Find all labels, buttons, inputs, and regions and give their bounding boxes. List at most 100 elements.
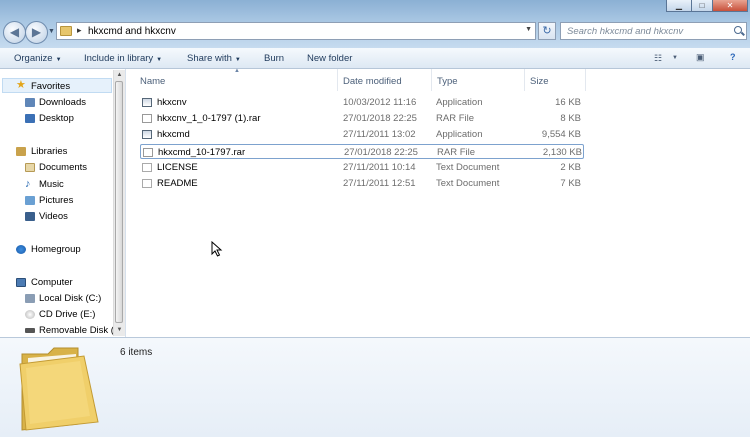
- file-type: Application: [436, 129, 483, 140]
- file-date: 27/11/2011 13:02: [343, 129, 416, 140]
- chevron-down-icon: ▼: [55, 57, 62, 63]
- organize-label: Organize: [14, 53, 53, 64]
- view-dropdown-icon[interactable]: ▼: [672, 53, 688, 63]
- navigation-pane: ★ Favorites Downloads Desktop Libraries …: [0, 69, 126, 337]
- file-row-selected[interactable]: hkxcmd_10-1797.rar 27/01/2018 22:25 RAR …: [140, 144, 584, 159]
- sidebar-item-homegroup[interactable]: Homegroup: [31, 244, 81, 255]
- column-divider[interactable]: [431, 69, 432, 91]
- organize-button[interactable]: Organize ▼: [14, 53, 62, 64]
- local-disk-icon: [25, 294, 35, 303]
- breadcrumb-current-folder[interactable]: hkxcmd and hkxcnv: [88, 26, 176, 37]
- include-in-library-button[interactable]: Include in library ▼: [84, 53, 162, 64]
- file-type: RAR File: [436, 113, 475, 124]
- file-date: 27/11/2011 10:14: [343, 162, 416, 173]
- homegroup-icon: [16, 245, 26, 254]
- chevron-down-icon: ▼: [156, 57, 163, 63]
- column-divider[interactable]: [524, 69, 525, 91]
- minimize-button[interactable]: ▁: [666, 0, 692, 12]
- downloads-icon: [25, 98, 35, 107]
- search-icon[interactable]: [734, 26, 742, 34]
- burn-button[interactable]: Burn: [264, 53, 284, 64]
- share-with-label: Share with: [187, 53, 232, 64]
- column-header-date[interactable]: Date modified: [343, 76, 402, 87]
- scrollbar-thumb[interactable]: [115, 81, 123, 323]
- libraries-icon: [16, 147, 26, 156]
- rar-file-icon: [143, 148, 153, 157]
- column-divider[interactable]: [337, 69, 338, 91]
- sidebar-item-documents[interactable]: Documents: [39, 162, 87, 173]
- folder-icon: [19, 347, 99, 431]
- sidebar-item-pictures[interactable]: Pictures: [39, 195, 73, 206]
- scroll-down-icon[interactable]: ▼: [115, 326, 124, 335]
- application-icon: [142, 98, 152, 107]
- column-header-type[interactable]: Type: [437, 76, 458, 87]
- music-icon: ♪: [25, 178, 31, 190]
- file-list-pane: Name ▲ Date modified Type Size hkxcnv 10…: [126, 68, 750, 337]
- command-bar: Organize ▼ Include in library ▼ Share with…: [0, 48, 750, 69]
- file-name: hkxcnv: [157, 97, 187, 108]
- file-row[interactable]: hkxcnv_1_0-1797 (1).rar 27/01/2018 22:25…: [140, 111, 584, 126]
- desktop-icon: [25, 114, 35, 123]
- videos-icon: [25, 212, 35, 221]
- documents-icon: [25, 163, 35, 172]
- include-in-library-label: Include in library: [84, 53, 154, 64]
- column-header-name[interactable]: Name: [140, 76, 165, 87]
- mouse-pointer-icon: [211, 241, 223, 257]
- rar-file-icon: [142, 114, 152, 123]
- maximize-button[interactable]: □: [691, 0, 713, 12]
- share-with-button[interactable]: Share with ▼: [187, 53, 241, 64]
- file-row[interactable]: hkxcnv 10/03/2012 11:16 Application 16 K…: [140, 95, 584, 110]
- view-options-icon[interactable]: ☷: [654, 53, 670, 63]
- file-size: 8 KB: [560, 113, 581, 124]
- sidebar-item-local-disk[interactable]: Local Disk (C:): [39, 293, 101, 304]
- file-size: 9,554 KB: [541, 129, 581, 140]
- file-date: 10/03/2012 11:16: [343, 97, 417, 108]
- sidebar-item-desktop[interactable]: Desktop: [39, 113, 74, 124]
- sidebar-item-cd-drive[interactable]: CD Drive (E:): [39, 309, 95, 320]
- sidebar-item-downloads[interactable]: Downloads: [39, 97, 86, 108]
- help-icon[interactable]: ?: [730, 52, 746, 62]
- file-name: hkxcmd_10-1797.rar: [158, 147, 246, 158]
- breadcrumb-separator[interactable]: ▸: [77, 25, 82, 36]
- sidebar-item-computer[interactable]: Computer: [31, 277, 73, 288]
- file-size: 7 KB: [560, 178, 581, 189]
- file-row[interactable]: hkxcmd 27/11/2011 13:02 Application 9,55…: [140, 127, 584, 142]
- address-bar[interactable]: ▸ hkxcmd and hkxcnv ▼: [56, 22, 536, 40]
- close-button[interactable]: ✕: [712, 0, 748, 12]
- file-type: Text Document: [436, 178, 500, 189]
- file-row[interactable]: LICENSE 27/11/2011 10:14 Text Document 2…: [140, 160, 584, 175]
- file-type: RAR File: [437, 147, 476, 158]
- text-document-icon: [142, 179, 152, 188]
- sidebar-scrollbar[interactable]: ▲ ▼: [113, 70, 125, 336]
- file-size: 2 KB: [560, 162, 581, 173]
- file-name: hkxcnv_1_0-1797 (1).rar: [157, 113, 261, 124]
- folder-icon: [60, 26, 72, 36]
- sidebar-item-libraries[interactable]: Libraries: [31, 146, 67, 157]
- text-document-icon: [142, 163, 152, 172]
- file-type: Application: [436, 97, 483, 108]
- sidebar-item-favorites[interactable]: Favorites: [31, 81, 70, 92]
- new-folder-button[interactable]: New folder: [307, 53, 352, 64]
- back-button[interactable]: ◀: [3, 21, 26, 44]
- forward-button[interactable]: ▶: [25, 21, 48, 44]
- address-dropdown[interactable]: ▼: [525, 26, 532, 33]
- sidebar-item-videos[interactable]: Videos: [39, 211, 68, 222]
- file-name: README: [157, 178, 198, 189]
- preview-pane-icon[interactable]: ▣: [696, 52, 712, 62]
- recent-pages-dropdown[interactable]: ▼: [48, 28, 55, 35]
- sidebar-item-removable-disk[interactable]: Removable Disk (: [39, 325, 114, 336]
- search-placeholder: Search hkxcmd and hkxcnv: [567, 26, 684, 37]
- star-icon: ★: [16, 79, 26, 91]
- column-header-size[interactable]: Size: [530, 76, 548, 87]
- column-divider[interactable]: [585, 69, 586, 91]
- file-size: 2,130 KB: [542, 147, 582, 158]
- computer-icon: [16, 278, 26, 287]
- file-date: 27/01/2018 22:25: [343, 113, 417, 124]
- file-date: 27/01/2018 22:25: [344, 147, 418, 158]
- refresh-button[interactable]: ↻: [538, 22, 556, 40]
- sidebar-item-music[interactable]: Music: [39, 179, 64, 190]
- scroll-up-icon[interactable]: ▲: [115, 71, 124, 80]
- search-input[interactable]: Search hkxcmd and hkxcnv: [560, 22, 747, 40]
- file-name: LICENSE: [157, 162, 198, 173]
- file-row[interactable]: README 27/11/2011 12:51 Text Document 7 …: [140, 176, 584, 191]
